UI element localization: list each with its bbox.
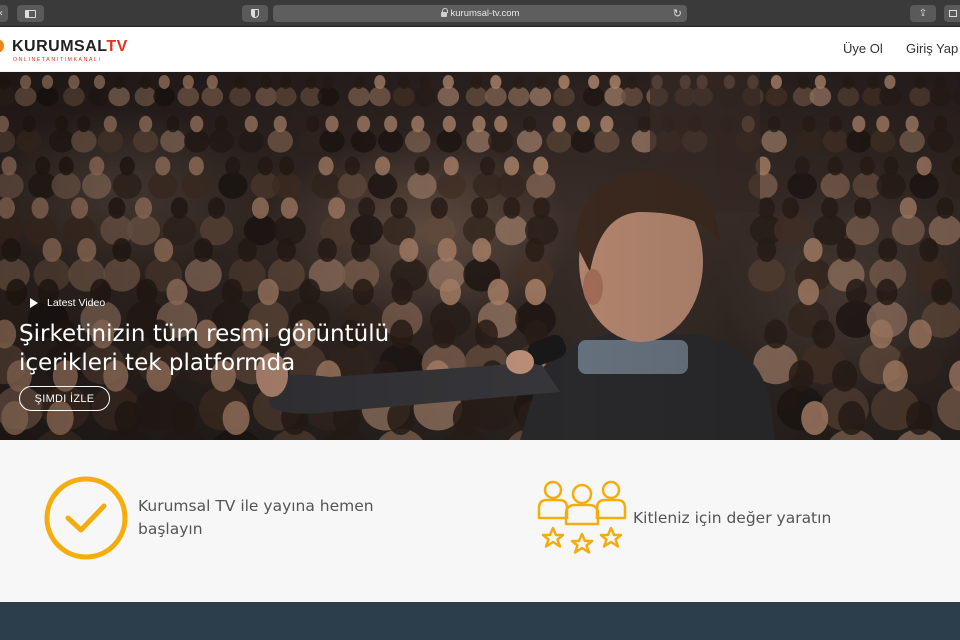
privacy-report-button[interactable] [242, 5, 268, 22]
nav-signup-link[interactable]: Üye Ol [843, 41, 883, 56]
latest-video-label[interactable]: Latest Video [30, 297, 105, 309]
play-icon [30, 298, 38, 308]
feature-value-text: Kitleniz için değer yaratın [633, 509, 832, 527]
logo-mark-icon [0, 39, 4, 53]
logo-wordmark-tv: TV [106, 38, 128, 55]
logo-wordmark: KURUMSALTV [12, 38, 128, 56]
reload-icon[interactable]: ↻ [673, 7, 682, 20]
browser-toolbar: ‹ kurumsal-tv.com ↻ ⇪ [0, 0, 960, 27]
tabs-overview-button[interactable] [944, 5, 960, 22]
logo-wordmark-main: KURUMSAL [12, 38, 107, 55]
check-circle-icon [44, 476, 128, 560]
nav-login-link[interactable]: Giriş Yap [906, 41, 958, 56]
site-header: KURUMSALTV ONLINETANITIMKANALI Üye Ol Gi… [0, 27, 960, 72]
hero-title: Şirketinizin tüm resmi görüntülü içerikl… [19, 321, 390, 376]
watch-now-button[interactable]: ŞIMDI İZLE [19, 386, 110, 411]
tabs-icon [949, 10, 957, 17]
hero-overlay [0, 72, 960, 440]
share-button[interactable]: ⇪ [910, 5, 936, 22]
sidebar-icon [25, 9, 36, 18]
share-icon: ⇪ [918, 8, 928, 19]
shield-icon [251, 9, 259, 18]
address-url: kurumsal-tv.com [450, 8, 520, 19]
hero-banner: Latest Video Şirketinizin tüm resmi görü… [0, 72, 960, 440]
footer-band [0, 602, 960, 640]
logo-tagline: ONLINETANITIMKANALI [13, 57, 102, 63]
latest-video-text: Latest Video [47, 297, 106, 309]
lock-icon [440, 8, 448, 17]
sidebar-toggle-button[interactable] [17, 5, 44, 22]
back-button[interactable]: ‹ [0, 5, 8, 22]
features-section: Kurumsal TV ile yayına hemen başlayın Ki… [0, 440, 960, 602]
feature-start-text: Kurumsal TV ile yayına hemen başlayın [138, 497, 374, 538]
audience-stars-icon [537, 480, 627, 554]
address-bar[interactable]: kurumsal-tv.com ↻ [273, 5, 687, 22]
